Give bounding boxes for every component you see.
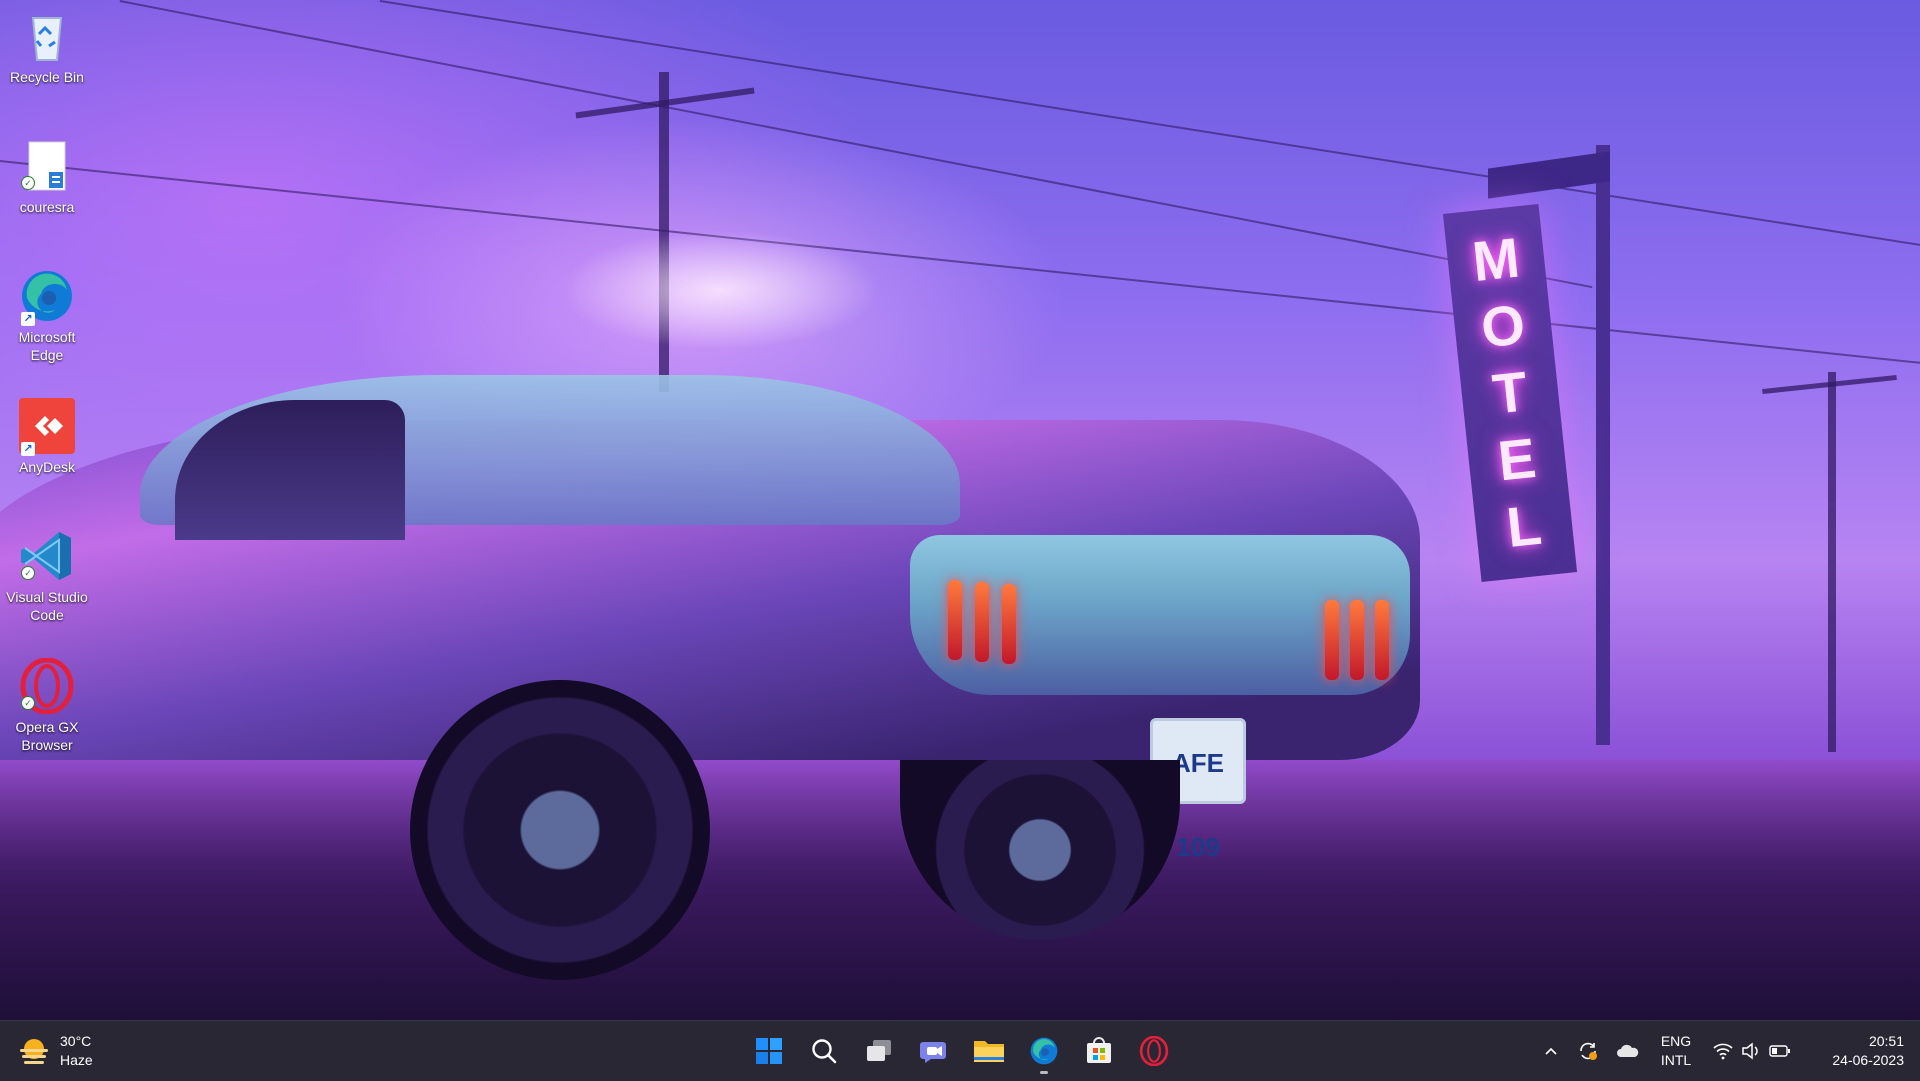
car-wheel bbox=[410, 680, 710, 980]
clock-date: 24-06-2023 bbox=[1832, 1052, 1904, 1068]
motel-sign: M O T E L bbox=[1442, 203, 1578, 583]
show-hidden-icons-button[interactable] bbox=[1534, 1043, 1568, 1059]
edge-icon bbox=[1030, 1037, 1058, 1065]
motel-sign-post bbox=[1596, 145, 1610, 745]
task-view-icon bbox=[867, 1040, 891, 1061]
keyboard-layout: INTL bbox=[1660, 1052, 1692, 1068]
search-icon bbox=[812, 1039, 837, 1064]
sync-update-icon bbox=[1580, 1042, 1597, 1060]
power-line bbox=[379, 0, 1920, 247]
language-code: ENG bbox=[1660, 1033, 1692, 1049]
sync-status-icon: ✓ bbox=[21, 566, 35, 580]
power-line bbox=[119, 0, 1593, 289]
taillight bbox=[975, 582, 989, 662]
recycle-bin-icon bbox=[19, 8, 75, 64]
weather-widget[interactable]: 30°C Haze bbox=[18, 1030, 93, 1072]
shortcut-arrow-icon: ↗ bbox=[21, 312, 35, 326]
language-indicator[interactable]: ENG INTL bbox=[1648, 1032, 1704, 1070]
desktop-icon-visual-studio-code[interactable]: ✓ Visual Studio Code bbox=[2, 522, 92, 642]
chevron-up-icon bbox=[1545, 1047, 1557, 1055]
fog-light bbox=[560, 230, 880, 350]
windows-start-icon bbox=[756, 1038, 782, 1064]
start-button[interactable] bbox=[745, 1027, 793, 1075]
anydesk-icon: ↗ bbox=[19, 398, 75, 456]
power-line bbox=[0, 160, 1920, 367]
taillight bbox=[1350, 600, 1364, 680]
desktop-icon-label: Recycle Bin bbox=[10, 69, 84, 85]
teams-chat-icon bbox=[920, 1042, 946, 1063]
desktop-icon-label: Visual Studio Code bbox=[6, 589, 88, 623]
motel-letter: E bbox=[1495, 425, 1539, 493]
clock-time: 20:51 bbox=[1868, 1033, 1904, 1049]
file-explorer-button[interactable] bbox=[965, 1027, 1013, 1075]
shortcut-arrow-icon: ↗ bbox=[21, 442, 35, 456]
sync-tray-button[interactable] bbox=[1568, 1040, 1608, 1062]
edge-icon: ↗ bbox=[19, 268, 75, 326]
wifi-icon bbox=[1713, 1043, 1733, 1060]
edge-taskbar-button[interactable] bbox=[1020, 1027, 1068, 1075]
sync-status-icon: ✓ bbox=[21, 176, 35, 190]
desktop-icon-anydesk[interactable]: ↗ AnyDesk bbox=[2, 392, 92, 512]
sync-status-icon: ✓ bbox=[21, 696, 35, 710]
chat-button[interactable] bbox=[910, 1027, 958, 1075]
battery-icon bbox=[1769, 1045, 1790, 1057]
quick-settings-button[interactable] bbox=[1704, 1042, 1800, 1060]
onedrive-cloud-icon bbox=[1617, 1044, 1639, 1057]
motel-letter: T bbox=[1489, 359, 1531, 426]
desktop-icon-couresra[interactable]: ✓ couresra bbox=[2, 132, 92, 252]
utility-pole bbox=[1828, 372, 1836, 752]
motel-letter: O bbox=[1478, 292, 1528, 360]
motel-letter: M bbox=[1469, 225, 1523, 294]
file-explorer-icon bbox=[974, 1041, 1004, 1062]
store-icon bbox=[1087, 1037, 1111, 1063]
vscode-icon: ✓ bbox=[19, 528, 75, 584]
system-tray: ENG INTL 20:51 24-06-2023 bbox=[1534, 1021, 1920, 1081]
desktop[interactable]: M O T E L AFE 109 Recycle Bin ✓ couresra… bbox=[0, 0, 1920, 1020]
search-button[interactable] bbox=[800, 1027, 848, 1075]
opera-gx-taskbar-button[interactable] bbox=[1130, 1027, 1178, 1075]
weather-temperature: 30°C bbox=[60, 1033, 92, 1049]
onedrive-tray-button[interactable] bbox=[1608, 1043, 1648, 1059]
desktop-icon-microsoft-edge[interactable]: ↗ Microsoft Edge bbox=[2, 262, 92, 382]
taillight bbox=[1002, 584, 1016, 664]
volume-icon bbox=[1742, 1042, 1758, 1060]
desktop-icon-recycle-bin[interactable]: Recycle Bin bbox=[2, 2, 92, 122]
taillight bbox=[948, 580, 962, 660]
opera-gx-icon bbox=[1139, 1036, 1169, 1066]
weather-condition: Haze bbox=[60, 1052, 93, 1068]
taskbar-pinned-apps bbox=[745, 1027, 1185, 1075]
taskbar: 30°C Haze ENG INTL 20:51 24-06-2023 bbox=[0, 1020, 1920, 1081]
desktop-icon-opera-gx[interactable]: ✓ Opera GX Browser bbox=[2, 652, 92, 772]
store-button[interactable] bbox=[1075, 1027, 1123, 1075]
text-file-icon: ✓ bbox=[19, 138, 75, 194]
desktop-icon-label: couresra bbox=[19, 199, 75, 215]
desktop-icon-label: AnyDesk bbox=[18, 459, 76, 475]
task-view-button[interactable] bbox=[855, 1027, 903, 1075]
taillight bbox=[1325, 600, 1339, 680]
taillight bbox=[1375, 600, 1389, 680]
clock[interactable]: 20:51 24-06-2023 bbox=[1800, 1032, 1920, 1070]
haze-sun-icon bbox=[18, 1035, 50, 1067]
desktop-icon-label: Opera GX Browser bbox=[15, 719, 79, 753]
opera-gx-icon: ✓ bbox=[19, 657, 75, 715]
desktop-icon-label: Microsoft Edge bbox=[18, 329, 76, 363]
motel-letter: L bbox=[1503, 492, 1545, 559]
